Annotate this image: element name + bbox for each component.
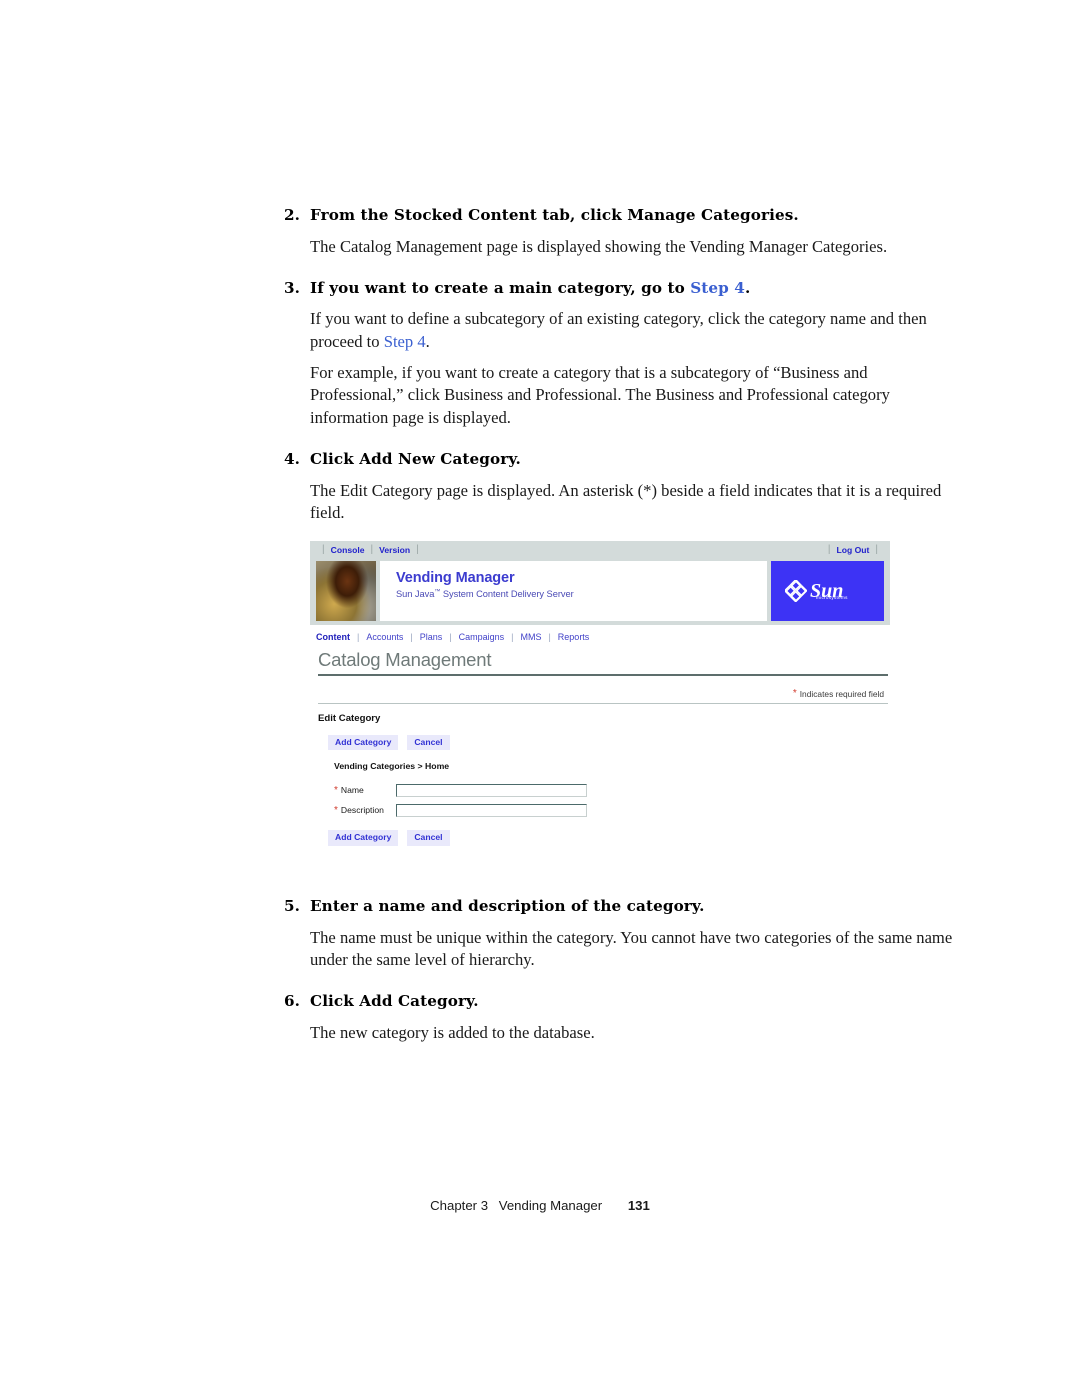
step-6-body: The new category is added to the databas… (310, 1023, 595, 1043)
page-footer: Chapter 3 Vending Manager 131 (0, 1198, 1080, 1213)
separator-bar: | (827, 543, 831, 555)
app-top-bar: | Console | Version | | Log Out | (310, 541, 890, 558)
step-6-heading-text: Click Add Category. (310, 992, 479, 1011)
step-3-body-b: For example, if you want to create a cat… (310, 363, 890, 427)
step-2-body: The Catalog Management page is displayed… (310, 236, 888, 256)
cancel-button-bottom[interactable]: Cancel (407, 830, 450, 847)
step-3-heading: 3. If you want to create a main category… (284, 278, 964, 300)
step-2-heading-text: From the Stocked Content tab, click Mana… (310, 206, 799, 224)
sun-microsystems-text: microsystems (816, 595, 848, 600)
form-row-description: * Description (310, 800, 890, 820)
sun-logo-panel: Sun microsystems (771, 561, 884, 621)
breadcrumb: Vending Categories > Home (334, 761, 450, 772)
separator-bar: | (370, 543, 374, 555)
step-3-heading-xref[interactable]: Step 4 (690, 279, 745, 297)
nav-separator: | (357, 632, 360, 642)
log-out-link[interactable]: Log Out (836, 545, 869, 555)
step-4-heading-text: Click Add New Category. (310, 450, 521, 469)
nav-tab-content[interactable]: Content (316, 632, 350, 642)
footer-chapter: Chapter 3 (430, 1198, 489, 1213)
console-link[interactable]: Console (331, 545, 365, 555)
description-label-text: Description (340, 804, 384, 815)
sun-wordmark: Sun microsystems (810, 581, 847, 601)
required-field-note: * Indicates required field (310, 676, 890, 703)
step-3-heading-text: If you want to create a main category, g… (310, 278, 964, 300)
nav-tab-reports[interactable]: Reports (558, 632, 590, 642)
embedded-app-screenshot: | Console | Version | | Log Out | Vendin… (310, 541, 890, 855)
step-3-body-a: If you want to define a subcategory of a… (310, 308, 964, 353)
step-2-heading: 2. From the Stocked Content tab, click M… (284, 205, 964, 227)
step-3-body-a-suffix: . (425, 331, 430, 351)
step-3-number: 3. (284, 278, 301, 297)
step-5-body: The name must be unique within the categ… (310, 927, 953, 970)
description-input[interactable] (396, 803, 587, 817)
app-primary-nav: Content | Accounts | Plans | Campaigns |… (310, 625, 890, 648)
section-heading-edit-category: Edit Category (318, 712, 381, 724)
banner-photo-coins (316, 561, 376, 621)
footer-page-number: 131 (627, 1198, 650, 1213)
step-2-number: 2. (284, 206, 301, 224)
nav-tab-campaigns[interactable]: Campaigns (459, 632, 505, 642)
page-title: Catalog Management (318, 649, 492, 670)
step-4-heading: 4. Click Add New Category. (284, 449, 964, 471)
button-row-top: Add Category Cancel (310, 724, 890, 751)
step-3-body-a-xref[interactable]: Step 4 (384, 332, 426, 351)
sun-diamond-icon (785, 580, 807, 602)
description-field-label: * Description (310, 805, 396, 816)
required-note-text: Indicates required field (799, 688, 884, 699)
add-category-button-top[interactable]: Add Category (328, 734, 399, 751)
cancel-button-top[interactable]: Cancel (407, 734, 450, 751)
app-top-bar-right: | Log Out | (822, 543, 884, 555)
add-category-button-bottom[interactable]: Add Category (328, 830, 399, 847)
button-row-bottom: Add Category Cancel (310, 820, 890, 854)
separator-bar: | (875, 543, 878, 555)
app-banner: Vending Manager Sun Java™ System Content… (310, 558, 890, 625)
step-5-heading-text: Enter a name and description of the cate… (310, 897, 705, 916)
step-6-heading: 6. Click Add Category. (284, 991, 964, 1013)
nav-separator: | (511, 632, 514, 642)
step-5-heading: 5. Enter a name and description of the c… (284, 896, 964, 918)
edit-category-form: * Name * Description (310, 771, 890, 820)
required-asterisk-icon: * (334, 804, 338, 816)
nav-separator: | (449, 632, 452, 642)
step-4-number: 4. (284, 450, 301, 469)
step-4-body: The Edit Category page is displayed. An … (310, 480, 942, 522)
footer-section: Vending Manager (498, 1198, 603, 1213)
sun-logo: Sun microsystems (785, 580, 847, 602)
nav-tab-plans[interactable]: Plans (420, 632, 443, 642)
document-page: 2. From the Stocked Content tab, click M… (0, 0, 1080, 1397)
nav-separator: | (548, 632, 551, 642)
step-3-heading-prefix: If you want to create a main category, g… (310, 278, 691, 297)
subtitle-part-a: Sun Java (396, 589, 435, 600)
name-label-text: Name (340, 784, 364, 795)
banner-title-block: Vending Manager Sun Java™ System Content… (380, 561, 767, 621)
separator-bar: | (416, 543, 419, 555)
version-link[interactable]: Version (379, 545, 410, 555)
form-row-name: * Name (310, 780, 890, 800)
step-5-number: 5. (284, 897, 301, 916)
nav-separator: | (410, 632, 413, 642)
nav-tab-mms[interactable]: MMS (520, 632, 541, 642)
nav-tab-accounts[interactable]: Accounts (366, 632, 403, 642)
subtitle-part-b: System Content Delivery Server (440, 589, 574, 600)
name-field-label: * Name (310, 785, 396, 796)
app-top-bar-left: | Console | Version | (316, 543, 425, 555)
step-6-number: 6. (284, 992, 301, 1011)
name-input[interactable] (396, 783, 587, 797)
app-product-title: Vending Manager (396, 570, 515, 586)
app-product-subtitle: Sun Java™ System Content Delivery Server (396, 589, 767, 599)
required-asterisk-icon: * (334, 784, 338, 796)
step-3-heading-suffix: . (744, 278, 751, 297)
required-asterisk-icon: * (792, 687, 797, 699)
separator-bar: | (322, 543, 325, 555)
